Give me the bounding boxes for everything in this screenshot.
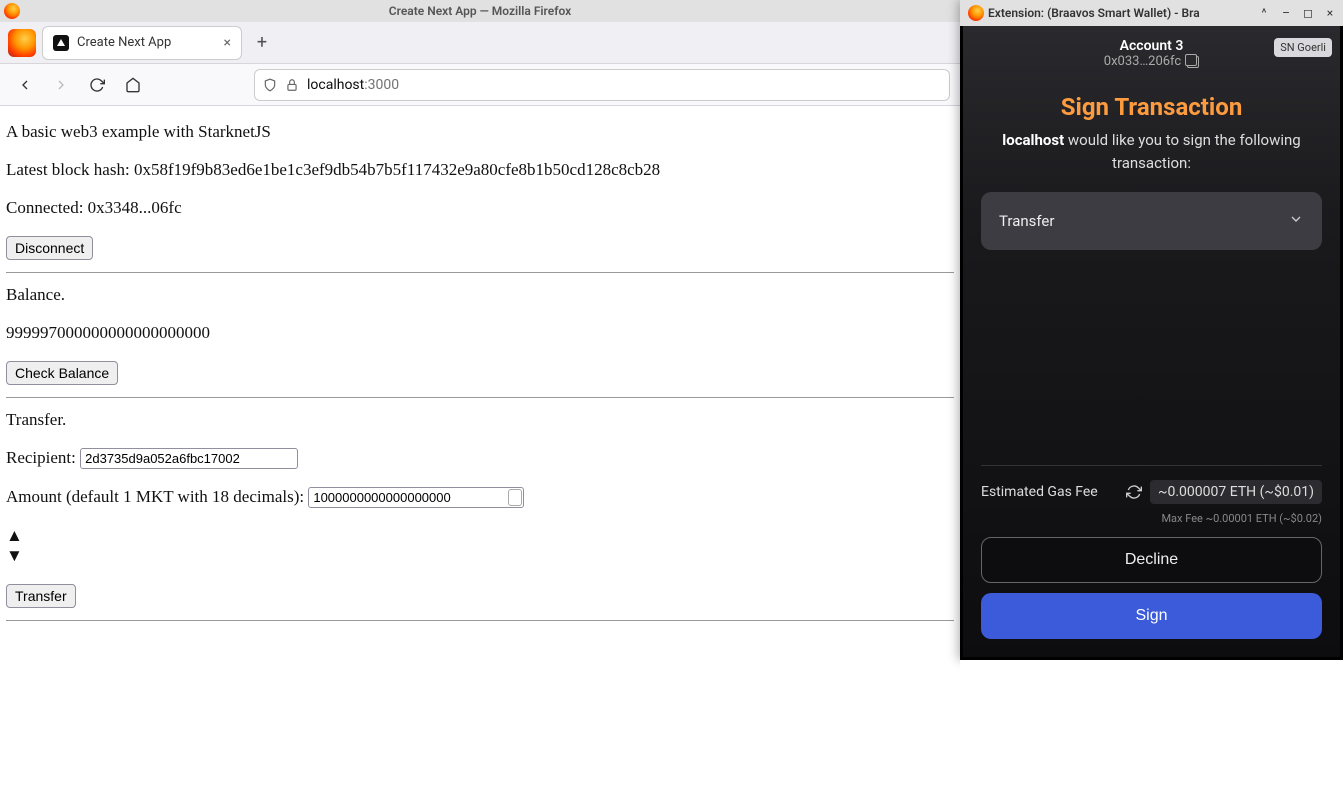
extension-body: Account 3 0x033…206fc SN Goerli Sign Tra… <box>960 26 1343 660</box>
balance-heading: Balance. <box>6 285 954 305</box>
decline-button[interactable]: Decline <box>981 537 1322 583</box>
sign-transaction-title: Sign Transaction <box>963 93 1340 121</box>
tab-strip: Create Next App × + <box>0 22 960 64</box>
url-bar[interactable]: localhost:3000 <box>254 69 950 101</box>
refresh-icon[interactable] <box>1126 484 1142 500</box>
close-icon[interactable]: × <box>1321 4 1339 22</box>
minimize-icon[interactable]: – <box>1277 4 1295 22</box>
page-content: A basic web3 example with StarknetJS Lat… <box>0 106 960 639</box>
extension-window-title: Extension: (Braavos Smart Wallet) - Bra <box>988 6 1251 20</box>
tab-close-icon[interactable]: × <box>224 35 231 51</box>
firefox-icon <box>968 5 984 21</box>
forward-button[interactable] <box>46 70 76 100</box>
recipient-row: Recipient: <box>6 448 954 469</box>
chevron-down-icon <box>1288 211 1304 231</box>
transfer-heading: Transfer. <box>6 410 954 430</box>
balance-value: 999997000000000000000000 <box>6 323 954 343</box>
amount-input[interactable] <box>308 487 524 508</box>
gas-fee-label: Estimated Gas Fee <box>981 484 1118 500</box>
intro-text: A basic web3 example with StarknetJS <box>6 122 954 142</box>
copy-icon[interactable] <box>1187 56 1199 68</box>
number-spinner[interactable] <box>508 489 522 506</box>
max-fee-text: Max Fee ~0.00001 ETH (~$0.02) <box>981 512 1322 525</box>
check-balance-button[interactable]: Check Balance <box>6 361 118 385</box>
nav-toolbar: localhost:3000 <box>0 64 960 106</box>
disconnect-button[interactable]: Disconnect <box>6 236 93 260</box>
url-text: localhost:3000 <box>307 77 399 93</box>
block-hash-line: Latest block hash: 0x58f19f9b83ed6e1be1c… <box>6 160 954 180</box>
recipient-label: Recipient: <box>6 448 76 467</box>
transfer-button[interactable]: Transfer <box>6 584 76 608</box>
amount-label: Amount (default 1 MKT with 18 decimals): <box>6 487 304 506</box>
home-button[interactable] <box>118 70 148 100</box>
recipient-input[interactable] <box>80 448 298 469</box>
gas-fee-row: Estimated Gas Fee ~0.000007 ETH (~$0.01) <box>981 465 1322 504</box>
tab-label: Create Next App <box>77 35 171 50</box>
browser-tab[interactable]: Create Next App × <box>42 26 242 60</box>
chevron-up-icon[interactable]: ^ <box>1255 4 1273 22</box>
window-titlebar: Create Next App — Mozilla Firefox <box>0 0 960 22</box>
reload-button[interactable] <box>82 70 112 100</box>
account-header: Account 3 0x033…206fc SN Goerli <box>963 34 1340 75</box>
firefox-main-window: Create Next App — Mozilla Firefox Create… <box>0 0 960 812</box>
transaction-card[interactable]: Transfer <box>981 192 1322 250</box>
back-button[interactable] <box>10 70 40 100</box>
new-tab-button[interactable]: + <box>248 29 276 57</box>
transaction-type: Transfer <box>999 212 1054 230</box>
firefox-menu-icon[interactable] <box>8 29 36 57</box>
connected-line: Connected: 0x3348...06fc <box>6 198 954 218</box>
sign-button[interactable]: Sign <box>981 593 1322 639</box>
extension-titlebar: Extension: (Braavos Smart Wallet) - Bra … <box>960 0 1343 26</box>
gas-fee-value: ~0.000007 ETH (~$0.01) <box>1150 480 1322 504</box>
tab-favicon-icon <box>53 35 69 51</box>
network-badge[interactable]: SN Goerli <box>1274 38 1332 57</box>
divider <box>6 272 954 273</box>
divider <box>6 620 954 621</box>
amount-row: Amount (default 1 MKT with 18 decimals): <box>6 487 954 508</box>
background-area <box>960 660 1343 812</box>
window-title: Create Next App — Mozilla Firefox <box>389 4 571 18</box>
extension-buttons: Decline Sign <box>963 537 1340 657</box>
maximize-icon[interactable]: ◻ <box>1299 4 1317 22</box>
sign-subtitle: localhost would like you to sign the fol… <box>963 129 1340 174</box>
divider <box>6 397 954 398</box>
shield-icon <box>263 78 277 92</box>
extension-window: Extension: (Braavos Smart Wallet) - Bra … <box>960 0 1343 660</box>
firefox-icon <box>4 3 20 19</box>
lock-icon <box>285 78 299 92</box>
